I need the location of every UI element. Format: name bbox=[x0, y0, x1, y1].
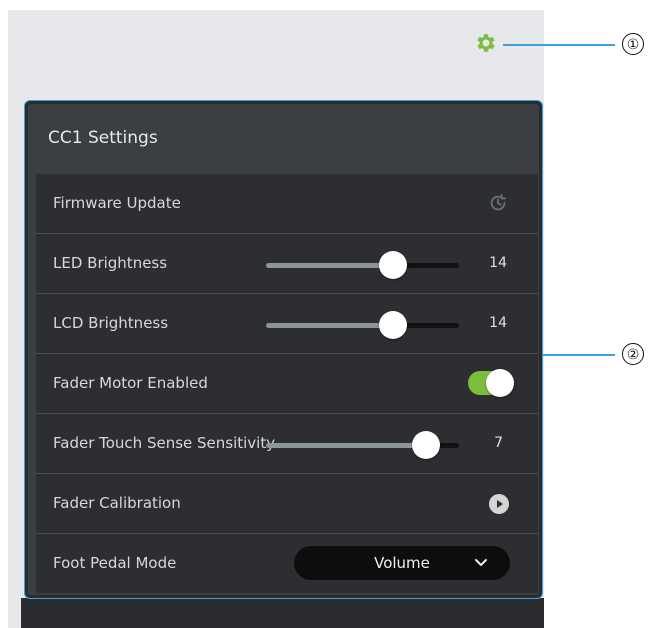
slider-fill bbox=[266, 323, 393, 328]
fader-touch-sensitivity-value: 7 bbox=[494, 435, 503, 451]
slider-thumb[interactable] bbox=[379, 311, 407, 339]
slider-thumb[interactable] bbox=[379, 251, 407, 279]
led-brightness-value: 14 bbox=[489, 255, 507, 271]
gear-icon[interactable] bbox=[474, 31, 498, 55]
fader-motor-row: Fader Motor Enabled bbox=[36, 354, 538, 414]
callout-number-2: ② bbox=[622, 343, 644, 365]
slider-fill bbox=[266, 263, 393, 268]
toggle-knob bbox=[486, 369, 514, 397]
foot-pedal-mode-label: Foot Pedal Mode bbox=[53, 554, 177, 572]
callout-line-2 bbox=[543, 354, 615, 356]
led-brightness-label: LED Brightness bbox=[53, 254, 168, 272]
play-icon[interactable] bbox=[488, 493, 510, 515]
lcd-brightness-row: LCD Brightness 14 bbox=[36, 294, 538, 354]
settings-panel: CC1 Settings Firmware Update LED Brightn… bbox=[24, 100, 543, 599]
slider-thumb[interactable] bbox=[412, 431, 440, 459]
lower-background bbox=[21, 598, 544, 628]
slider-fill bbox=[266, 443, 426, 448]
fader-calibration-row: Fader Calibration bbox=[36, 474, 538, 534]
foot-pedal-mode-select[interactable]: Volume bbox=[294, 546, 510, 580]
panel-title: CC1 Settings bbox=[48, 128, 158, 148]
fader-touch-sensitivity-label: Fader Touch Sense Sensitivity bbox=[53, 434, 276, 452]
foot-pedal-mode-row: Foot Pedal Mode Volume bbox=[36, 534, 538, 593]
led-brightness-slider[interactable] bbox=[266, 263, 459, 268]
firmware-update-row: Firmware Update bbox=[36, 174, 538, 234]
lcd-brightness-value: 14 bbox=[489, 315, 507, 331]
fader-motor-label: Fader Motor Enabled bbox=[53, 374, 208, 392]
chevron-down-icon bbox=[475, 559, 487, 566]
fader-motor-toggle[interactable] bbox=[468, 369, 514, 397]
led-brightness-row: LED Brightness 14 bbox=[36, 234, 538, 294]
callout-line-1 bbox=[503, 44, 615, 46]
fader-calibration-label: Fader Calibration bbox=[53, 494, 181, 512]
callout-number-1: ① bbox=[622, 33, 644, 55]
fader-touch-sensitivity-row: Fader Touch Sense Sensitivity 7 bbox=[36, 414, 538, 474]
lcd-brightness-label: LCD Brightness bbox=[53, 314, 169, 332]
firmware-update-icon[interactable] bbox=[487, 192, 509, 214]
firmware-update-label: Firmware Update bbox=[53, 194, 181, 212]
lcd-brightness-slider[interactable] bbox=[266, 323, 459, 328]
settings-list: Firmware Update LED Brightness 14 LCD Br… bbox=[36, 174, 538, 593]
